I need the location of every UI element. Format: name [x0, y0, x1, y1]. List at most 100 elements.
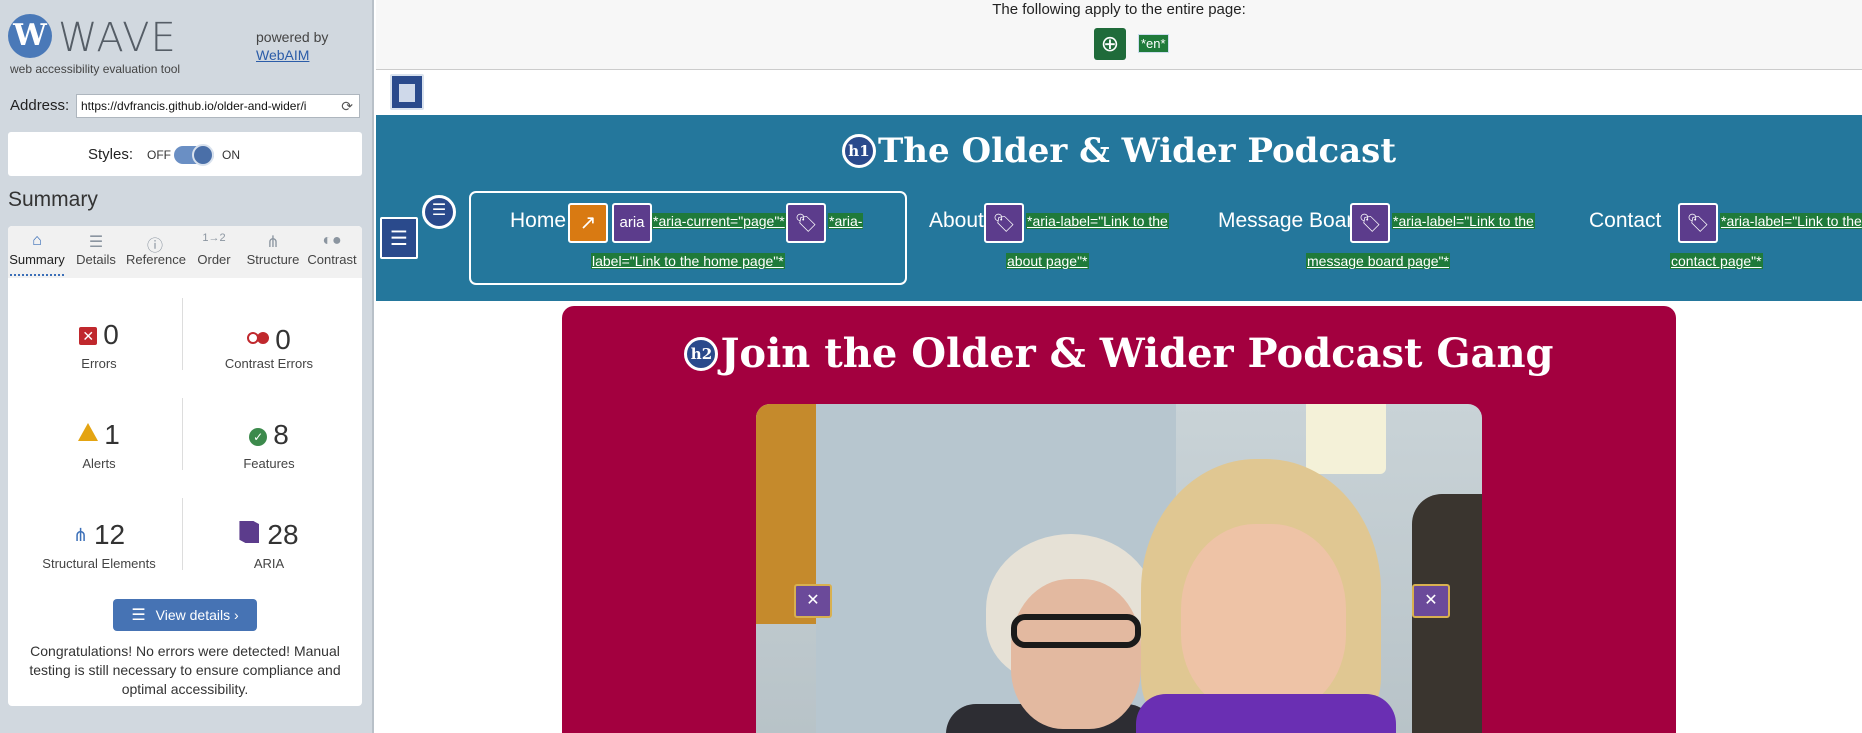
list-icon: ☰ — [131, 607, 146, 624]
stat-contrast-errors[interactable]: 0 Contrast Errors — [184, 318, 354, 398]
tab-label: Summary — [9, 252, 65, 267]
stat-alerts[interactable]: 1 Alerts — [14, 418, 184, 498]
aria-label-tag-icon[interactable]: 🏷 — [786, 203, 826, 243]
powered-by: powered by WebAIM — [256, 28, 328, 64]
aria-label-tag-icon[interactable]: 🏷 — [1678, 203, 1718, 243]
congrats-message: Congratulations! No errors were detected… — [29, 643, 341, 697]
stat-errors-value-wrap: ✕ 0 — [14, 318, 184, 352]
wave-logo-icon: W — [8, 14, 52, 58]
stat-contrast-value-wrap: 0 — [184, 318, 354, 355]
stat-aria[interactable]: 28 ARIA — [184, 518, 354, 598]
stat-aria-value: 28 — [267, 519, 299, 550]
stat-divider — [182, 298, 183, 370]
nav-link-contact[interactable]: Contact — [1589, 209, 1661, 233]
globe-icon[interactable]: ⊕ — [1094, 28, 1126, 60]
aria-label-note: label="Link to the home page"* — [591, 253, 785, 269]
wave-logo-text: WAVE — [58, 15, 177, 61]
stat-alerts-value: 1 — [104, 419, 120, 450]
view-details-button[interactable]: ☰ View details › — [113, 599, 257, 631]
nav-link-message-board[interactable]: Message Board — [1218, 209, 1365, 233]
wave-tabs: ⌂ Summary ☰ Details ⓘ Reference 1→2 Orde… — [8, 226, 362, 278]
tab-order[interactable]: 1→2 Order — [185, 226, 243, 278]
document-icon[interactable] — [390, 74, 424, 110]
tab-structure[interactable]: ⋔ Structure — [244, 226, 302, 278]
tab-details[interactable]: ☰ Details — [67, 226, 125, 278]
stat-structural-label: Structural Elements — [42, 556, 156, 571]
entire-page-message: The following apply to the entire page: — [992, 1, 1246, 18]
contrast-icon: ◐● — [322, 232, 342, 249]
stat-aria-label: ARIA — [253, 556, 285, 571]
styles-off-label: OFF — [147, 148, 171, 162]
stat-structural-value: 12 — [93, 519, 126, 550]
styles-toggle[interactable] — [174, 144, 214, 166]
order-icon: 1→2 — [202, 232, 226, 244]
reload-icon[interactable]: ⟳ — [341, 98, 353, 115]
navigation-icon[interactable]: ☰ — [380, 217, 418, 259]
aria-hidden-icon[interactable]: ✕ — [794, 584, 832, 618]
styles-label: Styles: — [88, 146, 134, 163]
stat-structural[interactable]: ⋔ 12 Structural Elements — [14, 518, 184, 598]
summary-heading: Summary — [8, 188, 98, 211]
site-title: h1 The Older & Wider Podcast — [376, 131, 1862, 171]
tab-contrast[interactable]: ◐● Contrast — [303, 226, 361, 278]
stat-divider — [182, 398, 183, 470]
nav-link-about[interactable]: About — [929, 209, 984, 233]
toggle-knob — [192, 144, 214, 166]
stat-alerts-label: Alerts — [82, 456, 116, 471]
photo-person — [1011, 614, 1141, 648]
alert-icon — [78, 423, 99, 441]
nav-link-home[interactable]: Home — [510, 209, 566, 233]
aria-label-note: *aria- — [828, 213, 864, 229]
hero-title-text: Join the Older & Wider Podcast Gang — [720, 330, 1554, 377]
hero-title: h2 Join the Older & Wider Podcast Gang — [562, 330, 1676, 377]
stat-contrast-value: 0 — [275, 324, 291, 355]
address-label: Address: — [10, 97, 70, 114]
address-input[interactable]: https://dvfrancis.github.io/older-and-wi… — [76, 94, 360, 118]
tab-reference[interactable]: ⓘ Reference — [126, 226, 186, 278]
webaim-link[interactable]: WebAIM — [256, 46, 328, 64]
page-level-bar: The following apply to the entire page: … — [376, 0, 1862, 70]
aria-label-tag-icon[interactable]: 🏷 — [984, 203, 1024, 243]
home-icon: ⌂ — [32, 232, 42, 249]
stat-alerts-value-wrap: 1 — [14, 418, 184, 452]
address-row: Address: https://dvfrancis.github.io/old… — [0, 94, 372, 120]
aria-label-note: about page"* — [1006, 253, 1089, 269]
site-title-text: The Older & Wider Podcast — [877, 131, 1397, 171]
stat-features[interactable]: ✓ 8 Features — [184, 418, 354, 498]
tab-label: Reference — [126, 252, 186, 267]
stat-features-label: Features — [243, 456, 295, 471]
tab-label: Details — [76, 252, 116, 267]
stat-structural-value-wrap: ⋔ 12 — [14, 518, 184, 552]
aria-icon[interactable]: aria — [612, 203, 652, 243]
error-icon: ✕ — [79, 327, 98, 345]
list-icon[interactable]: ☰ — [422, 195, 456, 229]
stat-errors[interactable]: ✕ 0 Errors — [14, 318, 184, 398]
list-icon: ☰ — [88, 234, 104, 251]
stat-errors-value: 0 — [103, 319, 119, 350]
h1-icon[interactable]: h1 — [841, 134, 876, 168]
aria-current-note: *aria-current="page"* — [652, 213, 786, 229]
stat-divider — [182, 498, 183, 570]
nav-item-home-box[interactable] — [469, 191, 907, 285]
aria-label-tag-icon[interactable]: 🏷 — [1350, 203, 1390, 243]
tab-summary[interactable]: ⌂ Summary — [8, 226, 66, 278]
hero-photo: ✕ ✕ — [756, 404, 1482, 733]
summary-panel: ⌂ Summary ☰ Details ⓘ Reference 1→2 Orde… — [8, 226, 362, 706]
address-value: https://dvfrancis.github.io/older-and-wi… — [81, 99, 307, 113]
wave-sidebar: W WAVE web accessibility evaluation tool… — [0, 0, 374, 733]
aria-label-note: message board page"* — [1306, 253, 1450, 269]
stat-aria-value-wrap: 28 — [184, 518, 354, 552]
redundant-link-alert-icon[interactable]: ↗ — [568, 203, 608, 243]
site-header: h1 The Older & Wider Podcast ☰ ☰ Home ↗ a… — [376, 115, 1862, 301]
tab-label: Order — [197, 252, 231, 267]
photo-person — [1011, 579, 1141, 729]
aria-hidden-icon[interactable]: ✕ — [1412, 584, 1450, 618]
hero-section: h2 Join the Older & Wider Podcast Gang ✕ … — [562, 306, 1676, 733]
stat-contrast-label: Contrast Errors — [224, 356, 314, 371]
structure-icon: ⋔ — [72, 525, 88, 545]
wave-logo-subtitle: web accessibility evaluation tool — [10, 62, 181, 76]
photo-person — [1136, 694, 1396, 733]
aria-icon — [239, 521, 260, 543]
check-icon: ✓ — [249, 428, 268, 446]
h2-icon[interactable]: h2 — [684, 337, 719, 371]
